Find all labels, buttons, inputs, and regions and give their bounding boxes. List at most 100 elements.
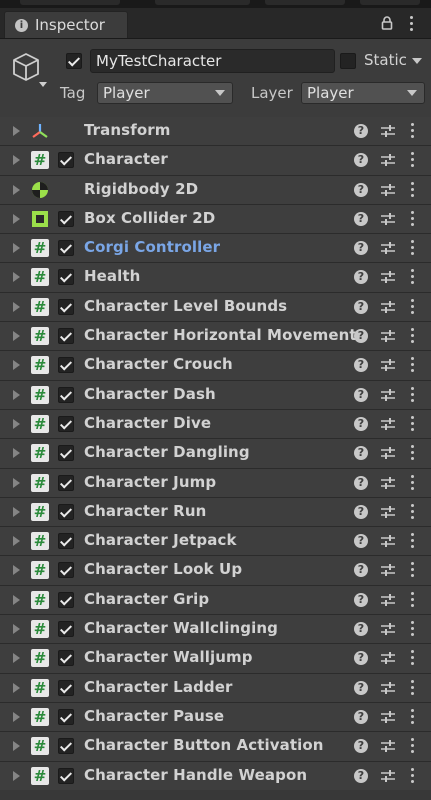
layer-dropdown[interactable]: Player — [301, 82, 425, 104]
hidden-tab[interactable] — [20, 0, 120, 5]
foldout-arrow-icon[interactable] — [13, 331, 20, 342]
component-menu-icon[interactable] — [409, 591, 415, 608]
component-menu-icon[interactable] — [409, 240, 415, 256]
help-icon[interactable]: ? — [354, 124, 368, 138]
component-enabled-toggle[interactable] — [58, 269, 74, 286]
lock-icon[interactable] — [381, 16, 393, 30]
help-icon[interactable]: ? — [354, 768, 368, 783]
component-enabled-toggle[interactable] — [58, 152, 74, 169]
component-enabled-toggle[interactable] — [58, 240, 74, 257]
foldout-arrow-icon[interactable] — [13, 711, 20, 722]
component-enabled-toggle[interactable] — [58, 474, 74, 491]
preset-sliders-icon[interactable] — [380, 768, 396, 784]
component-row[interactable]: # Character Grip? — [0, 585, 431, 616]
component-menu-icon[interactable] — [409, 445, 415, 461]
preset-sliders-icon[interactable] — [380, 123, 396, 139]
help-icon[interactable]: ? — [354, 211, 368, 226]
help-icon[interactable]: ? — [354, 153, 368, 168]
component-row[interactable]: # Character Button Activation? — [0, 732, 431, 762]
component-row[interactable]: # Character Walljump? — [0, 644, 431, 674]
component-row[interactable]: # Character Level Bounds? — [0, 292, 431, 323]
preset-sliders-icon[interactable] — [380, 738, 396, 754]
component-menu-icon[interactable] — [409, 679, 415, 696]
component-enabled-toggle[interactable] — [58, 328, 74, 345]
component-menu-icon[interactable] — [409, 269, 415, 285]
foldout-arrow-icon[interactable] — [13, 506, 20, 517]
preset-sliders-icon[interactable] — [380, 152, 396, 168]
component-row[interactable]: Transform? — [0, 117, 431, 147]
component-enabled-toggle[interactable] — [58, 650, 74, 667]
foldout-arrow-icon[interactable] — [13, 682, 20, 693]
foldout-arrow-icon[interactable] — [13, 536, 20, 547]
preset-sliders-icon[interactable] — [380, 592, 396, 608]
help-icon[interactable]: ? — [354, 358, 368, 373]
component-enabled-toggle[interactable] — [58, 445, 74, 462]
component-menu-icon[interactable] — [409, 738, 415, 754]
component-enabled-toggle[interactable] — [58, 386, 74, 403]
component-row[interactable]: # Character Crouch? — [0, 351, 431, 381]
foldout-arrow-icon[interactable] — [13, 624, 20, 635]
component-menu-icon[interactable] — [409, 562, 415, 578]
hidden-tab[interactable] — [360, 0, 420, 5]
preset-sliders-icon[interactable] — [380, 299, 396, 315]
component-menu-icon[interactable] — [409, 386, 415, 403]
preset-sliders-icon[interactable] — [380, 182, 396, 198]
component-menu-icon[interactable] — [409, 708, 415, 725]
hidden-tab[interactable] — [265, 0, 345, 5]
component-row[interactable]: # Character Wallclinging? — [0, 615, 431, 645]
foldout-arrow-icon[interactable] — [13, 653, 20, 664]
preset-sliders-icon[interactable] — [380, 621, 396, 637]
tab-inspector[interactable]: i Inspector — [4, 11, 128, 38]
component-enabled-toggle[interactable] — [58, 679, 74, 696]
help-icon[interactable]: ? — [354, 182, 368, 197]
component-menu-icon[interactable] — [409, 357, 415, 373]
help-icon[interactable]: ? — [354, 592, 368, 607]
foldout-arrow-icon[interactable] — [13, 565, 20, 576]
foldout-arrow-icon[interactable] — [13, 126, 20, 136]
component-enabled-toggle[interactable] — [58, 767, 74, 784]
foldout-arrow-icon[interactable] — [13, 184, 20, 195]
foldout-arrow-icon[interactable] — [13, 741, 20, 752]
preset-sliders-icon[interactable] — [380, 211, 396, 227]
foldout-arrow-icon[interactable] — [13, 448, 20, 459]
help-icon[interactable]: ? — [354, 534, 368, 549]
preset-sliders-icon[interactable] — [380, 416, 396, 432]
foldout-arrow-icon[interactable] — [13, 213, 20, 224]
help-icon[interactable]: ? — [354, 563, 368, 578]
component-menu-icon[interactable] — [409, 415, 415, 432]
component-menu-icon[interactable] — [409, 210, 415, 227]
preset-sliders-icon[interactable] — [380, 504, 396, 520]
hidden-tab[interactable] — [155, 0, 250, 5]
preset-sliders-icon[interactable] — [380, 357, 396, 373]
preset-sliders-icon[interactable] — [380, 533, 396, 549]
component-row[interactable]: # Character Jump? — [0, 468, 431, 498]
foldout-arrow-icon[interactable] — [13, 477, 20, 488]
component-row[interactable]: # Character Pause? — [0, 702, 431, 733]
help-icon[interactable]: ? — [354, 416, 368, 431]
component-row[interactable]: # Character Ladder? — [0, 673, 431, 703]
gameobject-name-field[interactable]: MyTestCharacter — [90, 49, 335, 73]
foldout-arrow-icon[interactable] — [13, 272, 20, 283]
component-menu-icon[interactable] — [409, 181, 415, 198]
component-enabled-toggle[interactable] — [58, 591, 74, 608]
preset-sliders-icon[interactable] — [380, 650, 396, 666]
component-menu-icon[interactable] — [409, 123, 415, 139]
help-icon[interactable]: ? — [354, 329, 368, 344]
component-menu-icon[interactable] — [409, 503, 415, 520]
foldout-arrow-icon[interactable] — [13, 418, 20, 429]
help-icon[interactable]: ? — [354, 680, 368, 695]
help-icon[interactable]: ? — [354, 270, 368, 285]
gameobject-active-toggle[interactable] — [66, 53, 82, 69]
preset-sliders-icon[interactable] — [380, 328, 396, 344]
static-toggle[interactable] — [340, 53, 356, 69]
component-enabled-toggle[interactable] — [58, 210, 74, 227]
help-icon[interactable]: ? — [354, 299, 368, 314]
component-enabled-toggle[interactable] — [58, 503, 74, 520]
component-row[interactable]: # Character Dangling? — [0, 439, 431, 469]
component-menu-icon[interactable] — [409, 621, 415, 637]
help-icon[interactable]: ? — [354, 475, 368, 490]
preset-sliders-icon[interactable] — [380, 445, 396, 461]
component-enabled-toggle[interactable] — [58, 298, 74, 315]
help-icon[interactable]: ? — [354, 387, 368, 402]
component-enabled-toggle[interactable] — [58, 621, 74, 638]
